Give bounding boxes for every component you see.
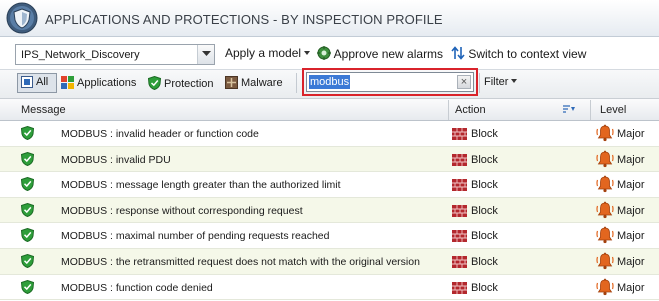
protection-shield-icon bbox=[21, 228, 34, 243]
block-firewall-icon bbox=[452, 204, 467, 217]
approve-alarms-button[interactable]: Approve new alarms bbox=[317, 46, 443, 61]
row-level: Major bbox=[617, 153, 645, 166]
filter-all-label: All bbox=[36, 76, 49, 88]
malware-icon bbox=[225, 76, 238, 89]
alarm-major-icon bbox=[596, 278, 614, 295]
apply-model-button[interactable]: Apply a model bbox=[225, 46, 311, 60]
protection-shield-icon bbox=[21, 253, 34, 268]
switch-arrows-icon bbox=[451, 46, 465, 60]
filter-malware-label: Malware bbox=[241, 77, 283, 89]
column-divider bbox=[590, 100, 591, 120]
column-divider bbox=[448, 100, 449, 120]
filter-all-toggle[interactable]: All bbox=[17, 73, 57, 93]
window-titlebar: APPLICATIONS AND PROTECTIONS - BY INSPEC… bbox=[0, 0, 659, 37]
apply-model-label: Apply a model bbox=[225, 46, 302, 60]
row-level: Major bbox=[617, 179, 645, 192]
protection-shield-icon bbox=[21, 202, 34, 217]
row-message: MODBUS : function code denied bbox=[61, 281, 213, 294]
approve-alarms-label: Approve new alarms bbox=[333, 47, 444, 61]
alarm-major-icon bbox=[596, 226, 614, 244]
approve-alarms-icon bbox=[317, 46, 331, 60]
block-firewall-icon bbox=[452, 179, 467, 192]
row-action: Block bbox=[471, 281, 498, 294]
row-action: Block bbox=[471, 153, 498, 166]
row-message: MODBUS : response without corresponding … bbox=[61, 204, 303, 217]
table-row[interactable]: MODBUS : invalid PDU Block Major bbox=[0, 146, 659, 173]
filter-applications-label: Applications bbox=[77, 77, 137, 89]
block-firewall-icon bbox=[452, 281, 467, 294]
page-title: APPLICATIONS AND PROTECTIONS - BY INSPEC… bbox=[45, 12, 443, 27]
alarm-major-icon bbox=[596, 175, 614, 193]
block-firewall-icon bbox=[452, 255, 467, 268]
toolbar-divider bbox=[479, 73, 480, 93]
row-level: Major bbox=[617, 281, 645, 294]
block-firewall-icon bbox=[452, 230, 467, 243]
filter-protection-label: Protection bbox=[164, 78, 214, 90]
row-message: MODBUS : the retransmitted request does … bbox=[61, 255, 420, 268]
row-action: Block bbox=[471, 128, 498, 140]
row-message: MODBUS : message length greater than the… bbox=[61, 179, 341, 192]
block-firewall-icon bbox=[452, 153, 467, 166]
search-input[interactable]: modbus × bbox=[306, 72, 474, 92]
column-header-level[interactable]: Level bbox=[600, 104, 626, 116]
profile-select-value: IPS_Network_Discovery bbox=[21, 49, 140, 61]
table-row[interactable]: MODBUS : maximal number of pending reque… bbox=[0, 223, 659, 249]
block-firewall-icon bbox=[452, 128, 467, 140]
row-message: MODBUS : invalid header or function code bbox=[61, 128, 259, 140]
protection-shield-icon bbox=[148, 76, 161, 90]
search-input-value: modbus bbox=[309, 75, 351, 89]
profile-select[interactable]: IPS_Network_Discovery bbox=[15, 44, 215, 65]
row-level: Major bbox=[617, 204, 645, 217]
protection-shield-icon bbox=[21, 151, 34, 166]
row-level: Major bbox=[617, 128, 645, 140]
switch-context-label: Switch to context view bbox=[468, 47, 587, 61]
table-row[interactable]: MODBUS : the retransmitted request does … bbox=[0, 248, 659, 275]
sort-icon[interactable] bbox=[563, 105, 576, 115]
filter-menu-button[interactable]: Filter bbox=[484, 76, 518, 88]
filter-malware-toggle[interactable]: Malware bbox=[225, 76, 283, 96]
chevron-down-icon[interactable] bbox=[197, 45, 214, 64]
column-header-action[interactable]: Action bbox=[455, 104, 486, 116]
column-header-message[interactable]: Message bbox=[21, 104, 66, 116]
protection-shield-icon bbox=[21, 279, 34, 294]
row-message: MODBUS : invalid PDU bbox=[61, 153, 171, 166]
alarm-major-icon bbox=[596, 201, 614, 218]
row-action: Block bbox=[471, 204, 498, 217]
table-row[interactable]: MODBUS : response without corresponding … bbox=[0, 197, 659, 224]
row-action: Block bbox=[471, 179, 498, 192]
caret-down-icon bbox=[511, 79, 518, 83]
row-action: Block bbox=[471, 255, 498, 268]
row-level: Major bbox=[617, 255, 645, 268]
alarm-major-icon bbox=[596, 124, 614, 142]
switch-context-button[interactable]: Switch to context view bbox=[451, 46, 586, 61]
protection-shield-icon bbox=[21, 177, 34, 192]
toolbar-divider bbox=[296, 73, 297, 93]
protection-shield-icon bbox=[21, 126, 34, 140]
filter-menu-label: Filter bbox=[484, 76, 509, 88]
table-row[interactable]: MODBUS : invalid header or function code… bbox=[0, 121, 659, 147]
alarm-major-icon bbox=[596, 252, 614, 270]
all-icon bbox=[21, 76, 33, 88]
filter-applications-toggle[interactable]: Applications bbox=[61, 76, 136, 96]
table-header bbox=[0, 99, 659, 121]
table-row[interactable]: MODBUS : function code denied Block Majo… bbox=[0, 275, 659, 301]
table-row[interactable]: MODBUS : message length greater than the… bbox=[0, 172, 659, 198]
clear-search-icon[interactable]: × bbox=[457, 75, 471, 89]
row-level: Major bbox=[617, 230, 645, 243]
filter-protection-toggle[interactable]: Protection bbox=[148, 76, 214, 96]
shield-logo-icon bbox=[6, 2, 38, 34]
row-message: MODBUS : maximal number of pending reque… bbox=[61, 230, 330, 243]
applications-icon bbox=[61, 76, 74, 89]
alarm-major-icon bbox=[596, 150, 614, 167]
alarm-table-body: MODBUS : invalid header or function code… bbox=[0, 121, 659, 301]
row-action: Block bbox=[471, 230, 498, 243]
caret-down-icon bbox=[304, 51, 311, 55]
